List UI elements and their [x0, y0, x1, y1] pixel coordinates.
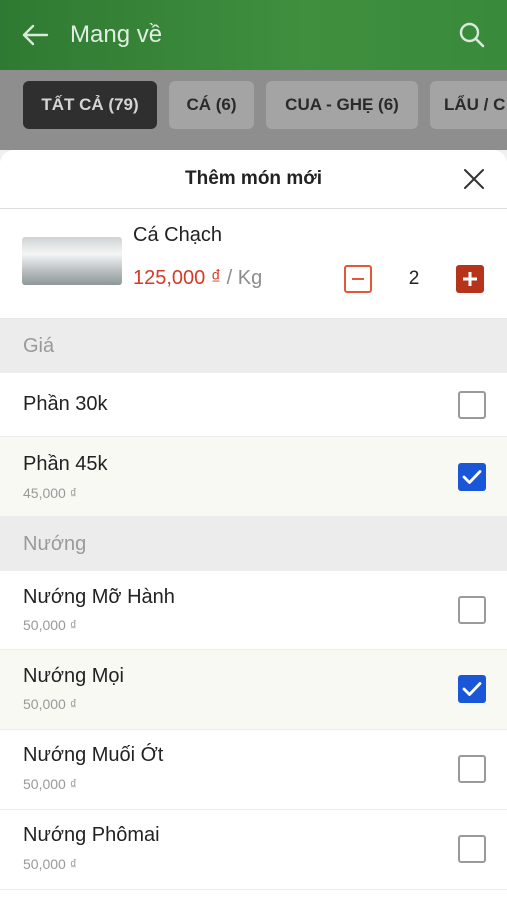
checkmark-icon — [462, 470, 482, 484]
quantity-value: 2 — [408, 268, 420, 289]
option-name: Phần 30k — [23, 393, 108, 415]
category-tabs: TẤT CẢ (79) CÁ (6) CUA - GHẸ (6) LẨU / C — [0, 70, 507, 150]
tab-fish[interactable]: CÁ (6) — [169, 81, 254, 129]
checkbox[interactable] — [458, 596, 486, 624]
option-price: 50,000 ₫ — [23, 776, 77, 792]
plus-icon — [463, 272, 477, 286]
product-image — [22, 237, 122, 285]
option-row-phan-45k[interactable]: Phần 45k 45,000 ₫ — [0, 437, 507, 517]
option-row-nuong-mo-hanh[interactable]: Nướng Mỡ Hành 50,000 ₫ — [0, 571, 507, 650]
page-title: Mang về — [70, 21, 163, 48]
app-bar: Mang về — [0, 0, 507, 70]
section-header-grill: Nướng — [0, 517, 507, 571]
increase-quantity-button[interactable] — [456, 265, 484, 293]
option-name: Nướng Mỡ Hành — [23, 586, 175, 608]
back-arrow-icon — [22, 24, 49, 46]
checkbox[interactable] — [458, 755, 486, 783]
option-row-nuong-phomai[interactable]: Nướng Phômai 50,000 ₫ — [0, 810, 507, 890]
option-price: 50,000 ₫ — [23, 617, 77, 633]
tab-all[interactable]: TẤT CẢ (79) — [23, 81, 157, 129]
checkmark-icon — [462, 682, 482, 696]
sheet-header: Thêm món mới — [0, 150, 507, 209]
checkbox[interactable] — [458, 391, 486, 419]
tab-hotpot[interactable]: LẨU / C — [430, 81, 507, 129]
product-price-row: 125,000 ₫ / Kg — [133, 267, 262, 290]
checkbox-checked[interactable] — [458, 675, 486, 703]
add-item-sheet: Thêm món mới Cá Chạch 125,000 ₫ / Kg 2 G… — [0, 150, 507, 900]
unit-separator: / — [221, 267, 238, 289]
option-name: Phần 45k — [23, 453, 108, 475]
option-price: 50,000 ₫ — [23, 856, 77, 872]
product-price: 125,000 ₫ — [133, 267, 222, 289]
option-price: 45,000 ₫ — [23, 485, 77, 501]
close-button[interactable] — [459, 164, 489, 194]
option-row-nuong-muoi-ot[interactable]: Nướng Muối Ớt 50,000 ₫ — [0, 730, 507, 810]
search-icon — [459, 22, 485, 48]
option-row-nuong-moi[interactable]: Nướng Mọi 50,000 ₫ — [0, 650, 507, 730]
option-name: Nướng Phômai — [23, 824, 160, 846]
close-icon — [464, 169, 484, 189]
product-unit: Kg — [237, 267, 263, 289]
product-summary: Cá Chạch 125,000 ₫ / Kg 2 — [0, 209, 507, 319]
product-name: Cá Chạch — [133, 224, 222, 246]
option-name: Nướng Mọi — [23, 665, 124, 687]
back-button[interactable] — [0, 0, 70, 70]
minus-icon — [352, 278, 364, 280]
section-header-price: Giá — [0, 319, 507, 373]
checkbox-checked[interactable] — [458, 463, 486, 491]
option-name: Nướng Muối Ớt — [23, 744, 164, 766]
checkbox[interactable] — [458, 835, 486, 863]
tab-crab[interactable]: CUA - GHẸ (6) — [266, 81, 418, 129]
sheet-title: Thêm món mới — [184, 168, 323, 189]
option-price: 50,000 ₫ — [23, 696, 77, 712]
search-button[interactable] — [437, 0, 507, 70]
decrease-quantity-button[interactable] — [344, 265, 372, 293]
option-row-phan-30k[interactable]: Phần 30k — [0, 373, 507, 437]
